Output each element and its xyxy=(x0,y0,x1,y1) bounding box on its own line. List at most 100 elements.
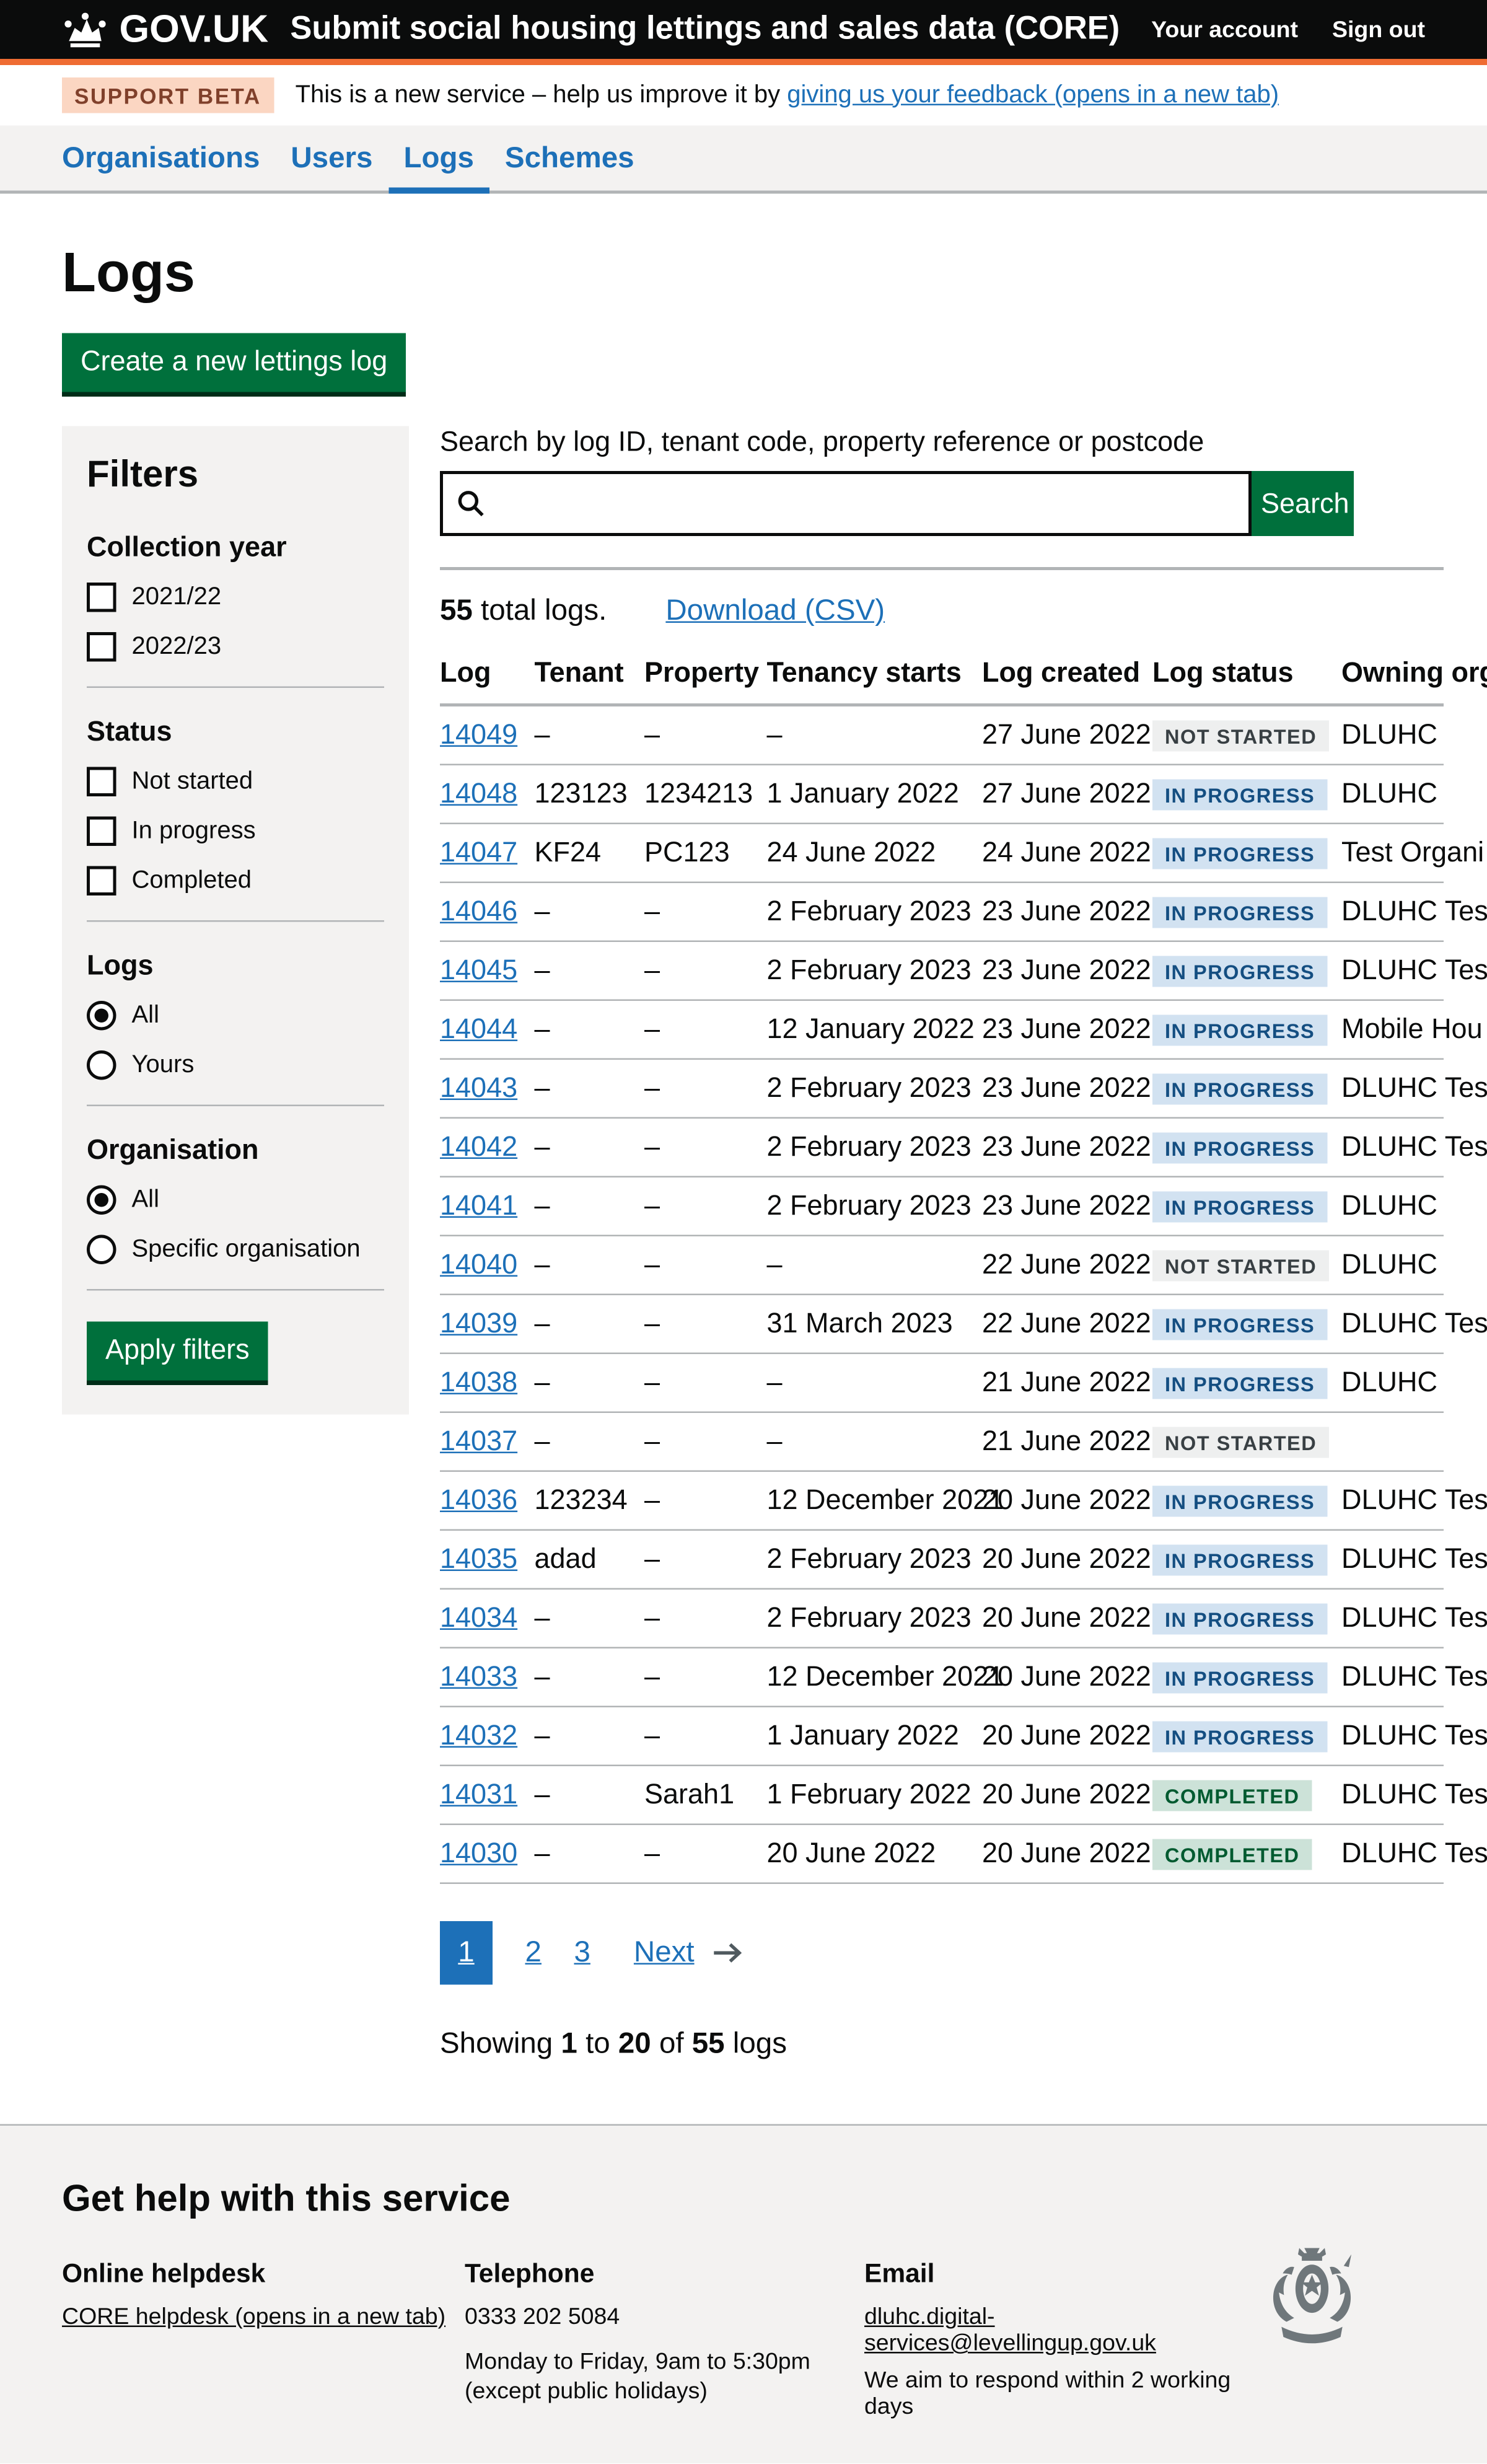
log-id-link[interactable]: 14048 xyxy=(440,778,517,809)
log-created-cell: 23 June 2022 xyxy=(982,1190,1152,1223)
checkbox-in-progress[interactable]: In progress xyxy=(87,817,384,847)
nav-item-users[interactable]: Users xyxy=(275,126,388,194)
log-id-link[interactable]: 14038 xyxy=(440,1366,517,1397)
log-id-cell: 14046 xyxy=(440,895,535,928)
log-id-link[interactable]: 14032 xyxy=(440,1720,517,1751)
radio-icon[interactable] xyxy=(87,1235,116,1265)
table-row: 14043 – – 2 February 2023 23 June 2022 I… xyxy=(440,1060,1444,1119)
radio-icon-selected[interactable] xyxy=(87,1001,116,1031)
log-id-link[interactable]: 14049 xyxy=(440,719,517,750)
radio-logs-all[interactable]: All xyxy=(87,1001,384,1031)
tenant-cell: – xyxy=(535,1131,645,1164)
log-id-link[interactable]: 14039 xyxy=(440,1308,517,1339)
pagination-page-2[interactable]: 2 xyxy=(525,1936,542,1970)
radio-organisation-specific[interactable]: Specific organisation xyxy=(87,1235,384,1265)
checkbox-icon[interactable] xyxy=(87,632,116,662)
sign-out-link[interactable]: Sign out xyxy=(1332,16,1425,43)
core-helpdesk-link[interactable]: CORE helpdesk (opens in a new tab) xyxy=(62,2304,445,2331)
feedback-link[interactable]: giving us your feedback (opens in a new … xyxy=(787,81,1279,108)
logs-table: Log Tenant Property Tenancy starts Log c… xyxy=(440,657,1444,1884)
nav-item-logs[interactable]: Logs xyxy=(388,126,489,194)
online-helpdesk-heading: Online helpdesk xyxy=(62,2259,465,2290)
govuk-logo[interactable]: GOV.UK xyxy=(62,7,268,52)
tenancy-starts-cell: 2 February 2023 xyxy=(767,954,983,987)
telephone-heading: Telephone xyxy=(465,2259,864,2290)
log-id-link[interactable]: 14036 xyxy=(440,1484,517,1515)
log-id-cell: 14049 xyxy=(440,719,535,752)
nav-item-organisations[interactable]: Organisations xyxy=(46,126,275,194)
tenancy-starts-cell: 31 March 2023 xyxy=(767,1308,983,1340)
log-created-cell: 23 June 2022 xyxy=(982,954,1152,987)
log-status-cell: IN PROGRESS xyxy=(1152,1720,1341,1753)
owning-organisation-cell: DLUHC Tes xyxy=(1341,1779,1487,1811)
tenancy-starts-cell: – xyxy=(767,1425,983,1458)
pagination-page-1-current[interactable]: 1 xyxy=(440,1921,493,1985)
log-id-link[interactable]: 14042 xyxy=(440,1131,517,1162)
search-input-wrapper xyxy=(440,471,1252,536)
checkbox-icon[interactable] xyxy=(87,866,116,896)
owning-organisation-cell: DLUHC xyxy=(1341,778,1487,811)
footer-telephone-column: Telephone 0333 202 5084 Monday to Friday… xyxy=(465,2259,864,2431)
status-badge: NOT STARTED xyxy=(1152,1251,1329,1282)
pagination-next-link[interactable]: Next xyxy=(634,1936,695,1970)
log-status-cell: IN PROGRESS xyxy=(1152,1602,1341,1635)
log-id-link[interactable]: 14034 xyxy=(440,1602,517,1633)
download-csv-link[interactable]: Download (CSV) xyxy=(665,595,885,629)
email-link[interactable]: dluhc.digital-services@levellingup.gov.u… xyxy=(864,2304,1270,2357)
checkbox-2021-22[interactable]: 2021/22 xyxy=(87,583,384,612)
radio-icon[interactable] xyxy=(87,1050,116,1080)
log-id-link[interactable]: 14047 xyxy=(440,837,517,868)
property-cell: – xyxy=(644,1013,767,1046)
radio-icon-selected[interactable] xyxy=(87,1186,116,1215)
radio-logs-yours[interactable]: Yours xyxy=(87,1050,384,1080)
tenant-cell: – xyxy=(535,1661,645,1694)
log-id-link[interactable]: 14033 xyxy=(440,1661,517,1692)
owning-organisation-cell: DLUHC Tes xyxy=(1341,1602,1487,1635)
header-links: Your account Sign out xyxy=(1151,16,1425,43)
primary-navigation: Organisations Users Logs Schemes xyxy=(0,126,1487,194)
log-created-cell: 20 June 2022 xyxy=(982,1543,1152,1576)
status-badge: NOT STARTED xyxy=(1152,721,1329,752)
total-logs-count: 55 total logs. xyxy=(440,595,607,629)
log-id-link[interactable]: 14044 xyxy=(440,1013,517,1044)
log-status-cell: IN PROGRESS xyxy=(1152,1661,1341,1694)
log-id-link[interactable]: 14043 xyxy=(440,1072,517,1103)
log-id-link[interactable]: 14040 xyxy=(440,1249,517,1280)
nav-item-schemes[interactable]: Schemes xyxy=(489,126,650,194)
owning-organisation-cell: Test Organi xyxy=(1341,837,1487,869)
log-id-link[interactable]: 14035 xyxy=(440,1543,517,1574)
log-id-link[interactable]: 14045 xyxy=(440,954,517,985)
log-id-link[interactable]: 14046 xyxy=(440,895,517,926)
filters-divider xyxy=(87,1105,384,1107)
checkbox-icon[interactable] xyxy=(87,817,116,847)
your-account-link[interactable]: Your account xyxy=(1151,16,1298,43)
checkbox-icon[interactable] xyxy=(87,767,116,797)
log-id-link[interactable]: 14041 xyxy=(440,1190,517,1221)
status-badge: IN PROGRESS xyxy=(1152,1368,1327,1399)
checkbox-2022-23[interactable]: 2022/23 xyxy=(87,632,384,662)
property-cell: – xyxy=(644,954,767,987)
pagination-page-3[interactable]: 3 xyxy=(574,1936,590,1970)
log-created-cell: 22 June 2022 xyxy=(982,1308,1152,1340)
service-name[interactable]: Submit social housing lettings and sales… xyxy=(290,11,1120,48)
log-id-cell: 14031 xyxy=(440,1779,535,1811)
log-created-cell: 27 June 2022 xyxy=(982,719,1152,752)
owning-organisation-cell: DLUHC Tes xyxy=(1341,1131,1487,1164)
tenancy-starts-cell: 24 June 2022 xyxy=(767,837,983,869)
tenant-cell: – xyxy=(535,1249,645,1282)
checkbox-icon[interactable] xyxy=(87,583,116,612)
checkbox-label: 2022/23 xyxy=(132,633,222,661)
create-lettings-log-button[interactable]: Create a new lettings log xyxy=(62,333,406,392)
log-id-link[interactable]: 14030 xyxy=(440,1837,517,1868)
log-id-link[interactable]: 14031 xyxy=(440,1779,517,1810)
apply-filters-button[interactable]: Apply filters xyxy=(87,1322,268,1381)
checkbox-completed[interactable]: Completed xyxy=(87,866,384,896)
search-input[interactable] xyxy=(493,474,1248,533)
log-status-cell: IN PROGRESS xyxy=(1152,1308,1341,1340)
log-id-link[interactable]: 14037 xyxy=(440,1425,517,1456)
checkbox-not-started[interactable]: Not started xyxy=(87,767,384,797)
table-row: 14030 – – 20 June 2022 20 June 2022 COMP… xyxy=(440,1825,1444,1884)
radio-organisation-all[interactable]: All xyxy=(87,1186,384,1215)
page-title: Logs xyxy=(62,240,1444,306)
search-button[interactable]: Search xyxy=(1252,471,1354,536)
